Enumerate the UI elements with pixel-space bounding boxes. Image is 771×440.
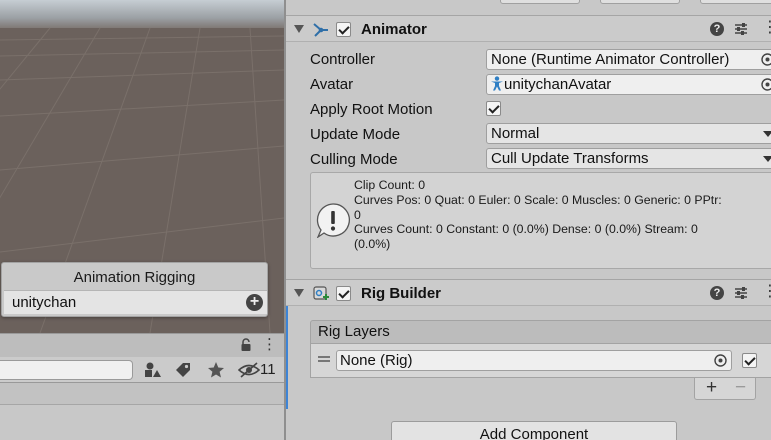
info-line: (0.0%) [354, 237, 391, 252]
project-toolbar: 11 [0, 357, 284, 383]
project-breadcrumb-bar [0, 383, 284, 405]
filter-type-icon[interactable] [143, 361, 161, 379]
update-mode-value: Normal [491, 125, 540, 142]
culling-mode-label: Culling Mode [310, 151, 398, 168]
avatar-field[interactable]: unitychanAvatar [486, 74, 771, 95]
project-search-input[interactable] [0, 360, 133, 380]
object-picker-icon[interactable] [713, 353, 728, 368]
info-line: Clip Count: 0 [354, 178, 426, 192]
rig-layers-list-header: Rig Layers [310, 320, 771, 344]
lock-icon[interactable] [240, 338, 252, 352]
scene-view[interactable]: Animation Rigging unitychan + [0, 0, 284, 333]
object-picker-icon[interactable] [760, 77, 771, 92]
rig-layer-field[interactable]: None (Rig) [336, 350, 732, 371]
update-mode-dropdown[interactable]: Normal [486, 123, 771, 144]
overlay-row-label: unitychan [12, 294, 77, 311]
plus-circle-icon[interactable]: + [246, 294, 263, 311]
rig-builder-title: Rig Builder [361, 285, 442, 302]
animator-enabled-checkbox[interactable] [336, 22, 351, 37]
inspector-top-button-1[interactable] [500, 0, 580, 4]
avatar-value: unitychanAvatar [504, 76, 612, 93]
rig-builder-component-header[interactable]: Rig Builder ? ⋮ [286, 279, 771, 306]
animator-icon [313, 23, 328, 37]
animator-context-menu-icon[interactable]: ⋮ [762, 19, 771, 37]
controller-label: Controller [310, 51, 376, 68]
animator-info-text: Clip Count: 0 Curves Pos: 0 Quat: 0 Eule… [354, 178, 771, 252]
rig-builder-icon [313, 286, 329, 300]
rig-layers-label: Rig Layers [318, 323, 390, 340]
label-tag-icon[interactable] [174, 361, 192, 379]
favorite-star-icon[interactable] [207, 361, 225, 379]
presets-sliders-icon[interactable] [733, 285, 749, 301]
controller-value: None (Runtime Animator Controller) [491, 51, 730, 68]
rig-builder-foldout-arrow-icon[interactable] [294, 289, 304, 297]
rig-builder-context-menu-icon[interactable]: ⋮ [762, 283, 771, 301]
object-picker-icon[interactable] [760, 52, 771, 67]
help-icon[interactable]: ? [710, 286, 724, 300]
overlay-rig-row[interactable]: unitychan + [4, 290, 267, 314]
project-content [0, 405, 284, 440]
info-line: Curves Pos: 0 Quat: 0 Euler: 0 Scale: 0 … [354, 192, 722, 207]
culling-mode-value: Cull Update Transforms [491, 150, 649, 167]
animator-foldout-arrow-icon[interactable] [294, 25, 304, 33]
rig-layer-value: None (Rig) [340, 352, 413, 369]
avatar-icon [491, 76, 503, 91]
animator-info-box: Clip Count: 0 Curves Pos: 0 Quat: 0 Eule… [310, 172, 771, 269]
update-mode-label: Update Mode [310, 126, 401, 143]
rig-builder-enabled-checkbox[interactable] [336, 286, 351, 301]
animator-component-header[interactable]: Animator ? ⋮ [286, 15, 771, 42]
overlay-title: Animation Rigging [73, 269, 196, 286]
rig-layers-list: None (Rig) [310, 344, 771, 378]
animator-title: Animator [361, 21, 427, 38]
project-tab-bar: ⋮ [0, 333, 284, 357]
kebab-icon[interactable]: ⋮ [262, 337, 277, 353]
remove-layer-button[interactable]: − [735, 377, 746, 399]
inspector-top-button-3[interactable] [700, 0, 771, 4]
info-line: Curves Count: 0 Constant: 0 (0.0%) Dense… [354, 222, 698, 237]
hidden-eye-icon[interactable] [238, 361, 260, 379]
add-layer-button[interactable]: + [706, 377, 717, 399]
culling-mode-dropdown[interactable]: Cull Update Transforms [486, 148, 771, 169]
rig-layers-list-footer: + − [694, 377, 756, 400]
drag-handle-icon[interactable] [318, 356, 330, 362]
rig-layer-active-checkbox[interactable] [742, 353, 757, 368]
controller-field[interactable]: None (Runtime Animator Controller) [486, 49, 771, 70]
help-icon[interactable]: ? [710, 22, 724, 36]
inspector-top-button-2[interactable] [600, 0, 680, 4]
apply-root-motion-checkbox[interactable] [486, 101, 501, 116]
info-line: 0 [354, 207, 361, 222]
animation-rigging-overlay: Animation Rigging unitychan + [1, 262, 268, 317]
presets-sliders-icon[interactable] [733, 21, 749, 37]
add-component-button[interactable]: Add Component [391, 421, 677, 440]
avatar-label: Avatar [310, 76, 354, 93]
apply-root-motion-label: Apply Root Motion [310, 101, 433, 118]
hidden-packages-count: 11 [260, 361, 276, 378]
inspector-panel: Animator ? ⋮ Controller None (Runtime An… [286, 0, 771, 440]
info-exclamation-icon [316, 203, 350, 238]
